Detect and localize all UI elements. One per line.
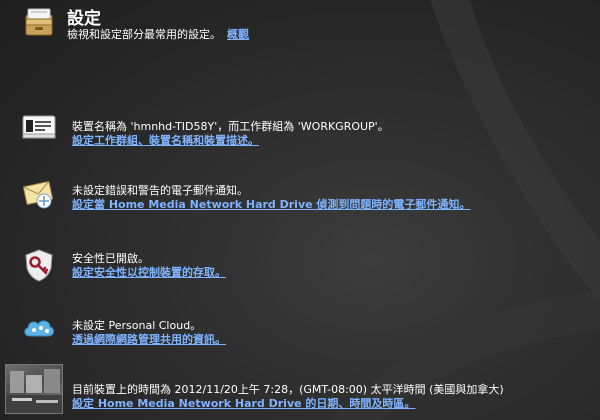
drawer-icon xyxy=(22,5,56,39)
security-shield-icon xyxy=(22,248,56,282)
cloud-icon xyxy=(22,314,56,344)
page-subtitle: 檢視和設定部分最常用的設定。 概觀 xyxy=(67,26,249,42)
email-description: 未設定錯誤和警告的電子郵件通知。 xyxy=(72,184,248,197)
time-description: 目前裝置上的時間為 2012/11/20上午 7:28，(GMT-08:00) … xyxy=(72,383,504,396)
subtitle-text: 檢視和設定部分最常用的設定。 xyxy=(67,28,221,41)
device-description: 裝置名稱為 'hmnhd-TID58Y'，而工作群組為 'WORKGROUP'。 xyxy=(72,120,389,133)
time-settings-link[interactable]: 設定 Home Media Network Hard Drive 的日期、時間及… xyxy=(72,397,504,411)
email-settings-link[interactable]: 設定當 Home Media Network Hard Drive 偵測到問題時… xyxy=(72,198,470,212)
email-icon xyxy=(22,180,56,210)
device-settings-link[interactable]: 設定工作群組、裝置名稱和裝置描述。 xyxy=(72,134,389,148)
cloud-description: 未設定 Personal Cloud。 xyxy=(72,319,202,332)
device-icon xyxy=(22,113,56,143)
security-settings-link[interactable]: 設定安全性以控制裝置的存取。 xyxy=(72,266,226,280)
cloud-settings-link[interactable]: 透過網際網路管理共用的資訊。 xyxy=(72,333,226,347)
overview-link[interactable]: 概觀 xyxy=(227,28,249,41)
security-description: 安全性已開啟。 xyxy=(72,252,149,265)
clock-thumbnail xyxy=(5,364,63,414)
